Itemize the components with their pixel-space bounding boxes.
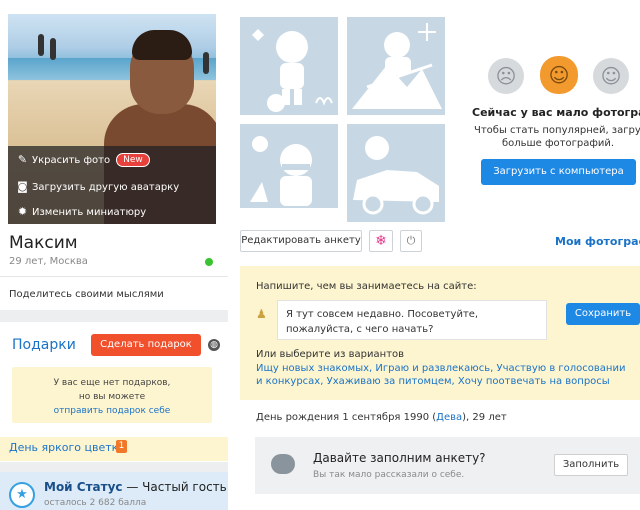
- gifts-empty-text: У вас еще нет подарков, но вы можете: [53, 378, 171, 402]
- decorate-photo-label: Украсить фото: [32, 154, 111, 166]
- upload-from-computer-button[interactable]: Загрузить с компьютера: [481, 159, 636, 185]
- gifts-empty-message: У вас еще нет подарков, но вы можете отп…: [12, 367, 212, 423]
- gifts-title[interactable]: Подарки: [12, 337, 76, 353]
- profile-name[interactable]: Максим: [9, 233, 78, 253]
- decorate-photo-item[interactable]: ✎ Украсить фото New: [8, 148, 216, 172]
- make-gift-button[interactable]: Сделать подарок: [91, 334, 201, 356]
- status-points-left: осталось 2 682 балла: [44, 498, 147, 508]
- beach-boy-icon: [240, 136, 338, 222]
- avatar-bg-figure: [203, 52, 209, 74]
- change-thumbnail-label: Изменить миниатюру: [32, 206, 147, 218]
- photo-placeholder-beach[interactable]: [240, 124, 338, 222]
- star-icon: ★: [9, 482, 35, 508]
- snowflake-icon[interactable]: ❄: [369, 230, 393, 252]
- birthday-prefix: День рождения 1 сентября 1990 (: [256, 412, 437, 423]
- send-gift-self-link[interactable]: отправить подарок себе: [12, 404, 212, 418]
- about-options: Ищу новых знакомых, Играю и развлекаюсь,…: [256, 362, 626, 388]
- status-level: Частый гость: [142, 480, 227, 494]
- avatar-bg-figure: [50, 38, 56, 60]
- gear-icon: ✹: [17, 205, 28, 218]
- option-link[interactable]: Ищу новых знакомых,: [256, 363, 372, 374]
- about-input[interactable]: Я тут совсем недавно. Посоветуйте, пожал…: [277, 300, 547, 340]
- status-title-label: Мой Статус: [44, 480, 123, 494]
- upload-other-avatar-item[interactable]: ◙ Загрузить другую аватарку: [8, 175, 216, 199]
- camera-icon: ◙: [17, 180, 28, 193]
- car-boy-icon: [353, 136, 439, 215]
- option-link[interactable]: Играю и развлекаюсь,: [375, 363, 493, 374]
- ski-boy-icon: [352, 23, 442, 109]
- sad-face-icon: ☹: [488, 58, 524, 94]
- or-choose-label: Или выберите из вариантов: [256, 349, 405, 360]
- option-link[interactable]: Ухаживаю за питомцем,: [327, 376, 455, 387]
- football-boy-icon: [252, 29, 333, 112]
- few-photos-subtitle-line2: больше фотографий.: [501, 138, 615, 149]
- few-photos-title: Сейчас у вас мало фотографий: [472, 106, 640, 119]
- photo-placeholder-football[interactable]: [240, 17, 338, 115]
- divider: [0, 276, 228, 277]
- fill-profile-button[interactable]: Заполнить: [554, 454, 628, 476]
- profile-meta: 29 лет, Москва: [9, 256, 88, 267]
- change-thumbnail-item[interactable]: ✹ Изменить миниатюру: [8, 200, 216, 224]
- photo-placeholder-car[interactable]: [347, 124, 445, 222]
- edit-profile-button[interactable]: Редактировать анкету: [240, 230, 362, 252]
- photo-placeholder-ski[interactable]: [347, 17, 445, 115]
- chat-bubble-icon: [271, 454, 295, 474]
- avatar-bg-figure: [38, 34, 44, 56]
- about-label: Напишите, чем вы занимаетесь на сайте:: [256, 281, 477, 292]
- online-indicator: [205, 258, 213, 266]
- fill-profile-title: Давайте заполним анкету?: [313, 451, 486, 465]
- zodiac-link[interactable]: Дева: [436, 412, 462, 423]
- avatar[interactable]: ✎ Украсить фото New ◙ Загрузить другую а…: [8, 14, 216, 224]
- my-photos-link[interactable]: Мои фотографии: [555, 235, 640, 248]
- neutral-face-icon: ☺: [540, 56, 578, 94]
- flower-day-link[interactable]: День яркого цветка: [9, 441, 125, 454]
- few-photos-subtitle-line1: Чтобы стать популярней, загрузите: [474, 125, 640, 136]
- few-photos-subtitle: Чтобы стать популярней, загрузите больше…: [474, 124, 640, 150]
- person-icon: ♟: [256, 307, 267, 321]
- birthday-suffix: ), 29 лет: [462, 412, 507, 423]
- birthday-info: День рождения 1 сентября 1990 (Дева), 29…: [256, 412, 507, 423]
- brush-icon: ✎: [17, 153, 28, 166]
- option-link[interactable]: Хочу поотвечать на вопросы: [458, 376, 610, 387]
- share-thoughts-input[interactable]: Поделитесь своими мыслями: [9, 289, 164, 300]
- avatar-hair: [132, 30, 192, 60]
- flower-day-count-badge: 1: [116, 440, 127, 453]
- save-button[interactable]: Сохранить: [566, 303, 640, 325]
- smile-face-icon: ☺: [593, 58, 629, 94]
- new-badge: New: [116, 153, 150, 167]
- upload-other-label: Загрузить другую аватарку: [32, 181, 180, 193]
- fill-profile-subtitle: Вы так мало рассказали о себе.: [313, 470, 465, 480]
- status-title[interactable]: Мой Статус — Частый гость: [44, 480, 227, 494]
- power-icon[interactable]: ⏻: [400, 230, 422, 252]
- globe-icon[interactable]: ◍: [208, 339, 220, 351]
